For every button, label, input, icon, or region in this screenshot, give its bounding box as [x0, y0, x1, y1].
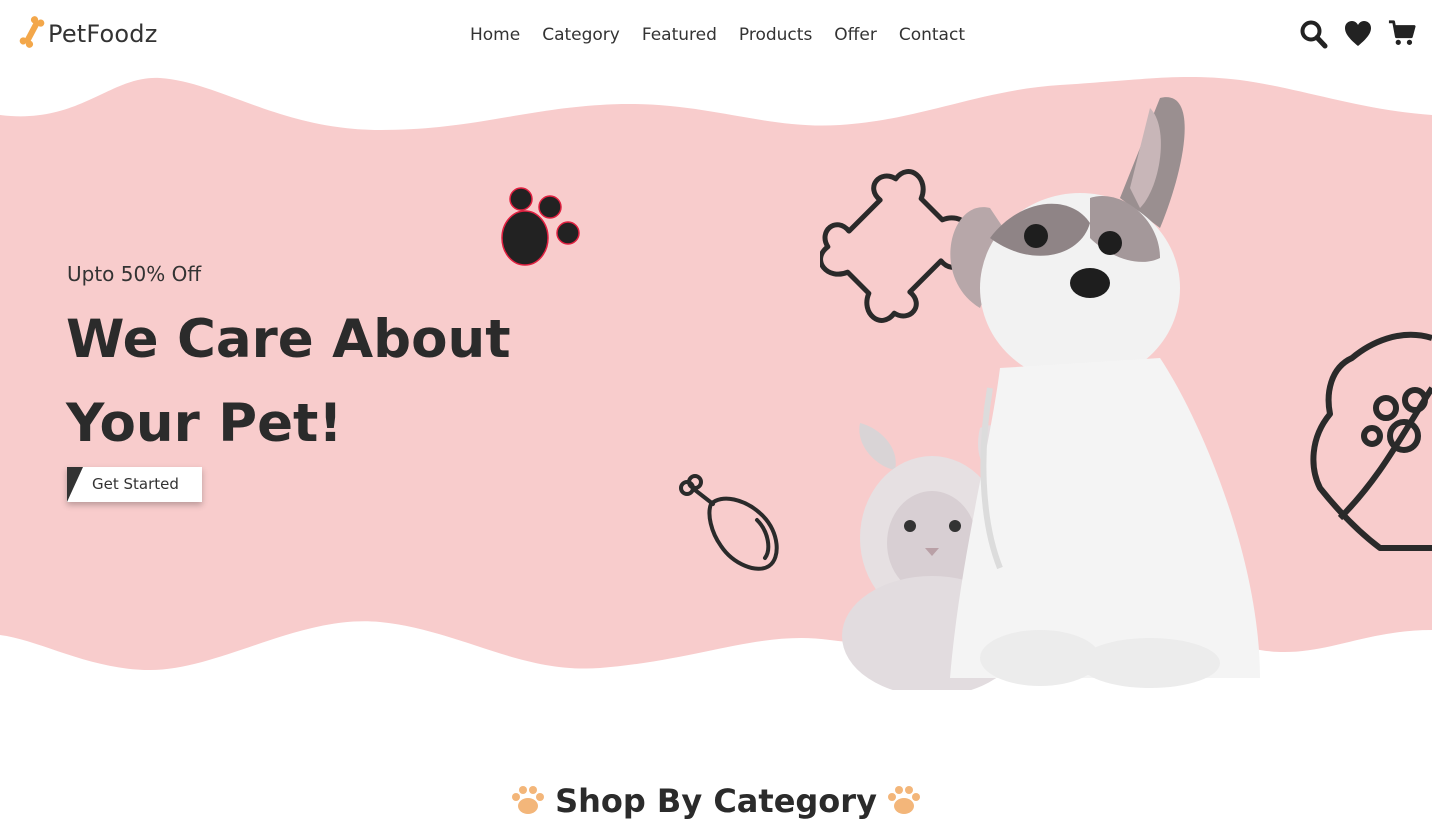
nav-featured[interactable]: Featured — [642, 22, 717, 48]
food-bowl-icon — [1310, 331, 1432, 551]
header-actions — [1300, 19, 1416, 49]
hero-offer-text: Upto 50% Off — [67, 262, 202, 286]
nav-contact[interactable]: Contact — [899, 22, 965, 48]
brand-name: PetFoodz — [48, 20, 158, 48]
nav-products[interactable]: Products — [739, 22, 812, 48]
bone-logo-icon — [18, 15, 46, 53]
paw-print-icon — [501, 187, 580, 266]
get-started-button[interactable]: Get Started — [67, 467, 202, 502]
brand-logo[interactable]: PetFoodz — [18, 16, 158, 52]
nav-home[interactable]: Home — [470, 22, 520, 48]
puppy-and-bunny-image — [842, 97, 1260, 690]
hero-title-line1: We Care About — [66, 309, 511, 370]
drumstick-icon — [679, 474, 779, 571]
hero-title: We Care About Your Pet! — [66, 298, 546, 466]
nav-category[interactable]: Category — [542, 22, 620, 48]
paw-right-icon — [887, 786, 920, 814]
hero-title-line2: Your Pet! — [66, 393, 343, 454]
section-title-text: Shop By Category — [555, 782, 877, 820]
site-header: PetFoodz Home Category Featured Products… — [0, 0, 1432, 70]
puppy-figure — [950, 97, 1260, 688]
main-nav: Home Category Featured Products Offer Co… — [470, 22, 987, 48]
search-icon[interactable] — [1300, 19, 1328, 49]
cart-icon[interactable] — [1388, 19, 1416, 49]
get-started-label: Get Started — [92, 475, 179, 493]
shop-by-category-heading: Shop By Category — [0, 782, 1432, 820]
button-accent — [67, 467, 83, 502]
heart-icon[interactable] — [1344, 19, 1372, 49]
paw-left-icon — [512, 786, 545, 814]
nav-offer[interactable]: Offer — [834, 22, 877, 48]
